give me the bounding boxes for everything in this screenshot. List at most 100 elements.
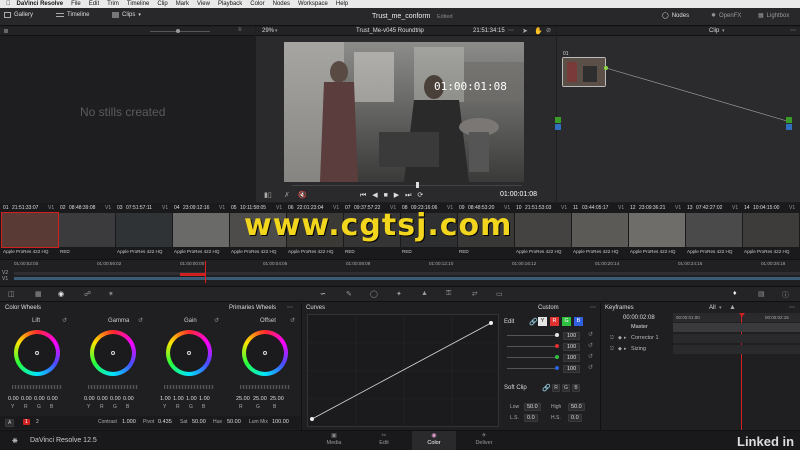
source-input-green[interactable] bbox=[555, 117, 561, 123]
list-view-icon[interactable]: ≡ bbox=[238, 27, 242, 33]
expand-icon[interactable]: ▲ bbox=[729, 304, 736, 311]
master-wheel-slider[interactable] bbox=[240, 385, 290, 389]
reset-icon[interactable]: ↺ bbox=[588, 364, 593, 371]
reset-icon[interactable]: ↺ bbox=[138, 317, 143, 324]
color-wheels-icon[interactable]: ◉ bbox=[58, 290, 64, 298]
track-v2-clips[interactable] bbox=[14, 272, 800, 275]
lock-icon[interactable]: ⎋ bbox=[610, 346, 614, 352]
menu-workspace[interactable]: Workspace bbox=[298, 1, 328, 7]
menu-clip[interactable]: Clip bbox=[157, 1, 167, 7]
curve-channel-button[interactable]: B bbox=[574, 317, 583, 326]
clip-thumbnail[interactable]: 04 23:09:12:16 V1 Apple ProRes 422 HQ bbox=[173, 204, 229, 258]
menu-file[interactable]: File bbox=[71, 1, 81, 7]
wheel-value[interactable]: 25.00 bbox=[253, 396, 267, 402]
nodes-button[interactable]: ◯ Nodes bbox=[662, 12, 689, 20]
color-wheel[interactable] bbox=[242, 330, 288, 376]
track-v1-clips[interactable] bbox=[14, 277, 800, 280]
wheel-value[interactable]: 1.00 bbox=[173, 396, 184, 402]
page-tab-edit[interactable]: ✂ Edit bbox=[362, 431, 406, 450]
menu-color[interactable]: Color bbox=[250, 1, 264, 7]
reset-icon[interactable]: ↺ bbox=[588, 331, 593, 338]
lock-icon[interactable]: ⎋ bbox=[610, 335, 614, 341]
master-wheel-slider[interactable] bbox=[88, 385, 138, 389]
sat-value[interactable]: 50.00 bbox=[192, 419, 206, 425]
curve-channel-button[interactable]: G bbox=[562, 317, 571, 326]
node-mode-chevron-icon[interactable]: ▾ bbox=[722, 28, 725, 34]
soft-clip-channel-button[interactable]: R bbox=[552, 384, 560, 392]
channel-intensity-value[interactable]: 100 bbox=[563, 354, 581, 362]
corrector-track[interactable] bbox=[673, 334, 800, 343]
loop-icon[interactable]: ✗ bbox=[284, 191, 290, 199]
curves-icon[interactable]: ∽ bbox=[320, 290, 326, 298]
wheels-options-icon[interactable]: ⋯ bbox=[287, 304, 293, 311]
wheel-value[interactable]: 0.00 bbox=[8, 396, 19, 402]
viewer-scrubber[interactable] bbox=[292, 185, 522, 186]
master-wheel-slider[interactable] bbox=[164, 385, 214, 389]
page-tab-media[interactable]: ▣ Media bbox=[312, 431, 356, 450]
clip-thumbnail[interactable]: 11 03:44:05:17 V1 Apple ProRes 422 HQ bbox=[572, 204, 628, 258]
filter-chevron-icon[interactable]: ▾ bbox=[719, 305, 722, 311]
timeline-chevron-icon[interactable]: ▾ bbox=[419, 28, 422, 34]
expand-chevron-icon[interactable]: ▸ bbox=[624, 346, 627, 352]
viewer-playhead[interactable] bbox=[416, 182, 419, 188]
channel-slider-handle[interactable] bbox=[555, 344, 559, 348]
wheel-value[interactable]: 0.00 bbox=[97, 396, 108, 402]
wheel-value[interactable]: 0.00 bbox=[110, 396, 121, 402]
gallery-zoom-handle[interactable] bbox=[176, 29, 180, 33]
qualifier-icon[interactable]: ✎ bbox=[346, 290, 352, 298]
hue-value[interactable]: 50.00 bbox=[227, 419, 241, 425]
key-icon[interactable]: ⚿ bbox=[446, 290, 451, 298]
clip-thumbnail[interactable]: 13 07:42:27:02 V1 Apple ProRes 422 HQ bbox=[686, 204, 742, 258]
keyframes-tab-icon[interactable]: ♦ bbox=[733, 290, 737, 297]
reset-icon[interactable]: ↺ bbox=[62, 317, 67, 324]
curves-options-icon[interactable]: ⋯ bbox=[590, 304, 596, 311]
channel-slider-handle[interactable] bbox=[555, 355, 559, 359]
wheel-value[interactable]: 0.00 bbox=[47, 396, 58, 402]
wheel-puck[interactable] bbox=[263, 351, 267, 355]
sizing-icon[interactable]: ⥂ bbox=[472, 290, 478, 298]
wheels-mode-select[interactable]: Primaries Wheels bbox=[229, 305, 276, 311]
wheel-value[interactable]: 25.00 bbox=[236, 396, 250, 402]
reset-icon[interactable]: ↺ bbox=[290, 317, 295, 324]
curves-custom-select[interactable]: Custom bbox=[538, 305, 559, 311]
wheel-value[interactable]: 0.00 bbox=[84, 396, 95, 402]
wheel-value[interactable]: 25.00 bbox=[270, 396, 284, 402]
3d-icon[interactable]: ▭ bbox=[496, 290, 503, 298]
audio-mute-icon[interactable]: 🔇 bbox=[298, 191, 307, 199]
clip-thumbnail[interactable]: 12 23:09:36:21 V1 Apple ProRes 422 HQ bbox=[629, 204, 685, 258]
output-green[interactable] bbox=[786, 117, 792, 123]
channel-intensity-slider[interactable] bbox=[507, 346, 557, 347]
keyframes-filter-select[interactable]: All bbox=[709, 305, 716, 311]
pointer-icon[interactable]: ➤ bbox=[522, 27, 528, 35]
viewer-frame[interactable]: 01:00:01:08 bbox=[284, 42, 524, 182]
channel-intensity-slider[interactable] bbox=[507, 357, 557, 358]
menu-view[interactable]: View bbox=[197, 1, 210, 7]
clips-button[interactable]: Clips ▾ bbox=[112, 12, 141, 18]
hand-icon[interactable]: ✋ bbox=[534, 27, 543, 35]
wheel-puck[interactable] bbox=[187, 351, 191, 355]
gallery-button[interactable]: Gallery bbox=[4, 12, 33, 18]
more-options-icon[interactable]: ⋯ bbox=[508, 27, 514, 34]
low-value[interactable]: 50.0 bbox=[524, 403, 541, 411]
color-wheel[interactable] bbox=[166, 330, 212, 376]
motion-effects-icon[interactable]: ✶ bbox=[108, 290, 114, 298]
timeline-ruler[interactable]: 01:00:52:00 01:00:56:02 01:00:00:00 01:00:0… bbox=[0, 260, 800, 269]
wheel-value[interactable]: 0.00 bbox=[123, 396, 134, 402]
visibility-icon[interactable]: ◆ bbox=[618, 335, 622, 341]
wheel-value[interactable]: 1.00 bbox=[186, 396, 197, 402]
wheel-value[interactable]: 1.00 bbox=[199, 396, 210, 402]
node-mode-select[interactable]: Clip bbox=[709, 28, 719, 34]
curve-graph[interactable] bbox=[307, 314, 500, 428]
wheel-value[interactable]: 0.00 bbox=[34, 396, 45, 402]
sizing-track[interactable] bbox=[673, 345, 800, 354]
app-menu[interactable]: DaVinci Resolve bbox=[17, 1, 64, 7]
clip-thumbnail[interactable]: 14 10:04:15:00 V1 Apple ProRes 422 HQ bbox=[743, 204, 799, 258]
soft-clip-link-icon[interactable]: 🔗 bbox=[542, 384, 551, 392]
zoom-chevron-icon[interactable]: ▾ bbox=[275, 28, 278, 34]
scopes-icon[interactable]: ▤ bbox=[758, 290, 765, 298]
high-value[interactable]: 50.0 bbox=[568, 403, 585, 411]
keyframes-options-icon[interactable]: ⋯ bbox=[789, 304, 795, 311]
reset-icon[interactable]: ↺ bbox=[588, 353, 593, 360]
channel-intensity-value[interactable]: 100 bbox=[563, 332, 581, 340]
channel-intensity-slider[interactable] bbox=[507, 368, 557, 369]
